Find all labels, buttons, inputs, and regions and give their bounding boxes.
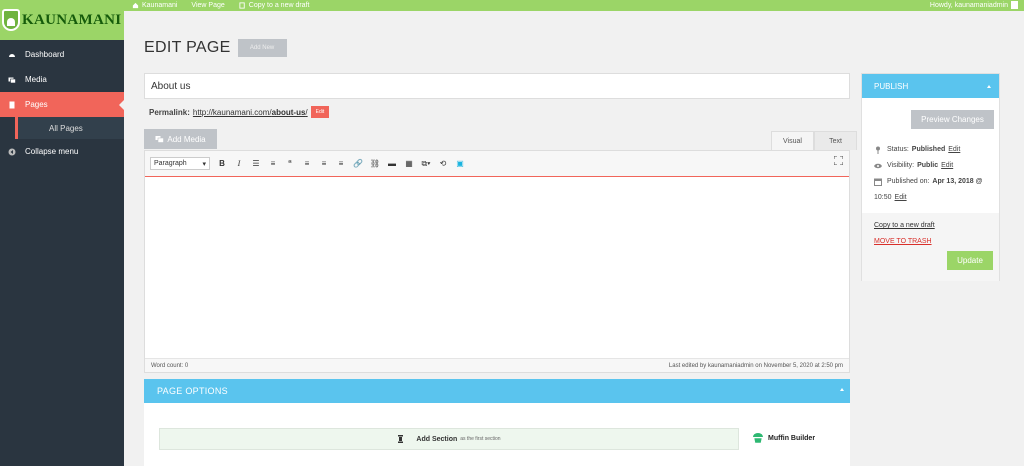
toolbar-toggle-icon[interactable]: ▦ xyxy=(402,158,416,170)
bold-icon[interactable]: B xyxy=(215,158,229,170)
admin-sidebar: KAUNAMANI Dashboard Media Pages All Page… xyxy=(0,0,124,466)
main-content: EDIT PAGE Add New About us Permalink: ht… xyxy=(124,11,1024,466)
media-icon xyxy=(8,77,16,83)
embed-icon[interactable]: ▣ xyxy=(453,158,467,170)
view-page-link[interactable]: View Page xyxy=(191,2,224,9)
publish-actions: Copy to a new draft MOVE TO TRASH Update xyxy=(862,213,999,281)
page-title: EDIT PAGE xyxy=(144,39,231,56)
align-right-icon[interactable]: ≡ xyxy=(334,158,348,170)
post-title-input[interactable]: About us xyxy=(144,73,850,99)
brand-name: KAUNAMANI xyxy=(22,11,122,28)
copy-to-draft-link[interactable]: Copy to a new draft xyxy=(874,222,935,229)
update-button[interactable]: Update xyxy=(947,251,993,270)
sidebar-item-pages[interactable]: Pages xyxy=(0,92,124,117)
sidebar-item-media[interactable]: Media xyxy=(0,67,124,92)
visibility-row: Visibility: Public Edit xyxy=(874,158,982,174)
logo-mark-icon xyxy=(2,9,20,31)
editor-tabs: Visual Text xyxy=(771,131,857,150)
tab-text[interactable]: Text xyxy=(814,131,857,150)
content-editor[interactable]: Paragraph ▾ B I ☰ ≡ “ ≡ ≡ ≡ 🔗 ⛓ ▬ ▦ ⧉▾ ⟲… xyxy=(144,150,850,373)
align-left-icon[interactable]: ≡ xyxy=(300,158,314,170)
copy-icon xyxy=(239,2,245,9)
title-row: EDIT PAGE Add New xyxy=(144,39,287,57)
published-time-row: 10:50 Edit xyxy=(874,190,982,206)
shortcode-icon[interactable]: ⧉▾ xyxy=(419,158,433,170)
permalink-edit-button[interactable]: Edit xyxy=(310,106,330,118)
status-edit-link[interactable]: Edit xyxy=(948,142,960,158)
preview-changes-button[interactable]: Preview Changes xyxy=(911,110,994,129)
sidebar-item-dashboard[interactable]: Dashboard xyxy=(0,42,124,67)
published-row: Published on: Apr 13, 2018 @ xyxy=(874,174,982,190)
add-media-icon xyxy=(155,136,165,143)
publish-box: PUBLISH Preview Changes Status: Publishe… xyxy=(861,73,1000,281)
permalink-url[interactable]: http://kaunamani.com/about-us/ xyxy=(193,108,308,117)
editor-statusbar: Word count: 0 Last edited by kaunamaniad… xyxy=(145,358,849,372)
refresh-icon[interactable]: ⟲ xyxy=(436,158,450,170)
permalink-label: Permalink: xyxy=(149,107,190,117)
read-more-icon[interactable]: ▬ xyxy=(385,158,399,170)
sidebar-item-collapse[interactable]: Collapse menu xyxy=(0,139,124,164)
pages-icon xyxy=(9,101,15,108)
copy-draft-topbar-link[interactable]: Copy to a new draft xyxy=(239,2,309,9)
eye-icon xyxy=(874,163,882,169)
page-options-header[interactable]: PAGE OPTIONS xyxy=(144,379,850,403)
collapse-caret-icon xyxy=(840,388,844,391)
admin-bar-site[interactable]: Kaunamani xyxy=(132,2,177,9)
numbered-list-icon[interactable]: ≡ xyxy=(266,158,280,170)
muffin-icon xyxy=(753,433,763,444)
calendar-icon xyxy=(874,178,882,186)
page-options-panel: PAGE OPTIONS Add Section as the first se… xyxy=(144,379,850,466)
last-edited: Last edited by kaunamaniadmin on Novembe… xyxy=(668,362,843,369)
home-icon xyxy=(132,2,139,9)
add-new-button[interactable]: Add New xyxy=(237,39,287,57)
add-media-button[interactable]: Add Media xyxy=(144,129,217,149)
bullet-list-icon[interactable]: ☰ xyxy=(249,158,263,170)
blockquote-icon[interactable]: “ xyxy=(283,158,297,170)
site-logo[interactable]: KAUNAMANI xyxy=(0,0,124,40)
link-icon[interactable]: 🔗 xyxy=(351,158,365,170)
word-count: Word count: 0 xyxy=(151,362,189,369)
pin-icon xyxy=(876,146,880,154)
editor-toolbar: Paragraph ▾ B I ☰ ≡ “ ≡ ≡ ≡ 🔗 ⛓ ▬ ▦ ⧉▾ ⟲… xyxy=(145,151,849,177)
howdy-text: Howdy, kaunamaniadmin xyxy=(929,1,1008,9)
fullscreen-icon[interactable] xyxy=(834,156,843,165)
collapse-caret-icon xyxy=(987,85,991,88)
sidebar-nav: Dashboard Media Pages All Pages Collapse… xyxy=(0,42,124,164)
publish-header[interactable]: PUBLISH xyxy=(862,74,999,98)
italic-icon[interactable]: I xyxy=(232,158,246,170)
tab-visual[interactable]: Visual xyxy=(771,131,814,150)
collapse-icon xyxy=(8,148,16,155)
site-name-link: Kaunamani xyxy=(142,2,178,9)
align-center-icon[interactable]: ≡ xyxy=(317,158,331,170)
section-icon xyxy=(398,435,404,443)
sidebar-subitem-all-pages[interactable]: All Pages xyxy=(15,117,124,139)
dashboard-icon xyxy=(9,53,15,57)
chevron-down-icon: ▾ xyxy=(202,160,206,168)
avatar xyxy=(1011,1,1018,9)
add-section-button[interactable]: Add Section as the first section xyxy=(159,428,739,450)
published-edit-link[interactable]: Edit xyxy=(895,190,907,206)
format-select[interactable]: Paragraph ▾ xyxy=(150,157,210,170)
publish-meta: Status: Published Edit Visibility: Publi… xyxy=(874,142,982,206)
permalink-row: Permalink: http://kaunamani.com/about-us… xyxy=(149,106,330,118)
account-menu[interactable]: Howdy, kaunamaniadmin xyxy=(930,1,1018,9)
admin-bar: Kaunamani View Page Copy to a new draft … xyxy=(124,0,1024,11)
muffin-builder-logo: Muffin Builder xyxy=(752,432,815,444)
unlink-icon[interactable]: ⛓ xyxy=(368,158,382,170)
status-row: Status: Published Edit xyxy=(874,142,982,158)
move-to-trash-link[interactable]: MOVE TO TRASH xyxy=(874,238,932,245)
visibility-edit-link[interactable]: Edit xyxy=(941,158,953,174)
